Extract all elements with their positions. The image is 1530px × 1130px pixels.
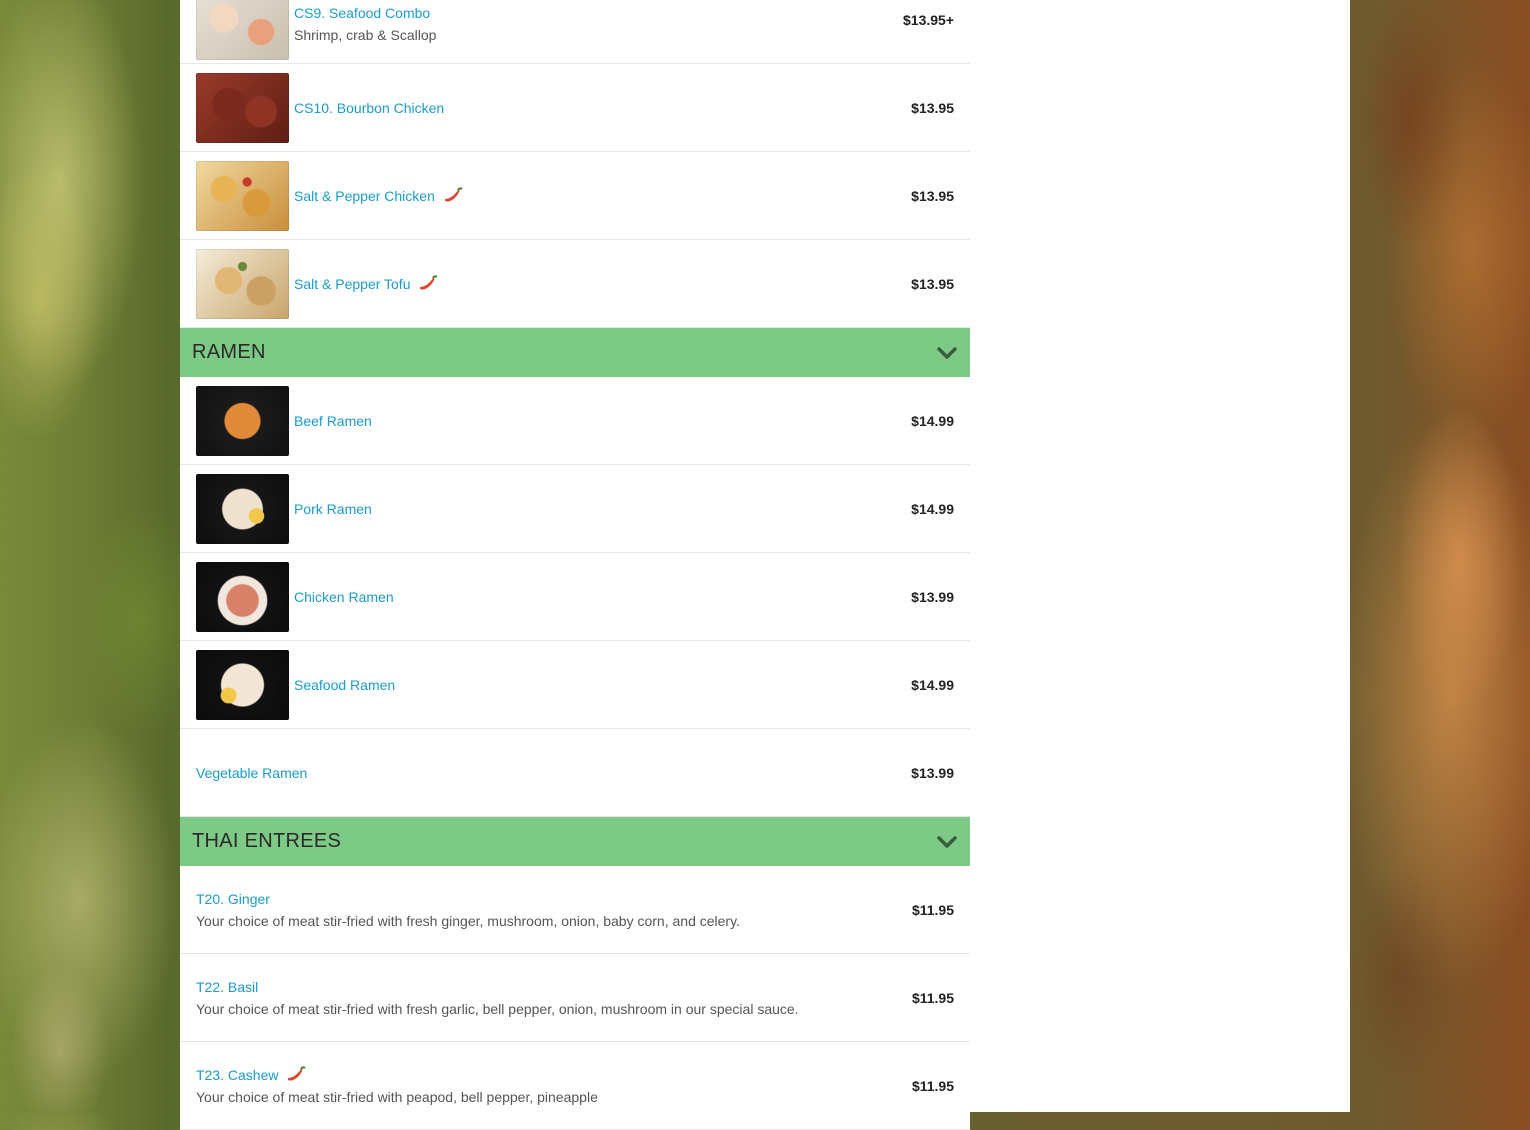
menu-item-description: Your choice of meat stir-fried with peap…	[196, 1088, 598, 1105]
menu-item[interactable]: Seafood Ramen $14.99	[180, 641, 970, 729]
menu-item-name[interactable]: Vegetable Ramen	[196, 762, 884, 784]
menu-item-price: $14.99	[911, 676, 954, 693]
menu-item-name[interactable]: Seafood Ramen	[294, 674, 884, 696]
menu-item[interactable]: Salt & Pepper Tofu $13.95	[180, 240, 970, 328]
section-title: RAMEN	[192, 341, 266, 363]
menu-item-description: Your choice of meat stir-fried with fres…	[196, 912, 740, 929]
section-title: THAI ENTREES	[192, 830, 342, 852]
menu-item-name-row[interactable]: T23. Cashew	[196, 1064, 884, 1086]
menu-item-info: Beef Ramen	[294, 410, 884, 432]
menu-item[interactable]: Beef Ramen $14.99	[180, 377, 970, 465]
chili-pepper-icon	[444, 186, 463, 202]
menu-item[interactable]: T22. Basil Your choice of meat stir-frie…	[180, 954, 970, 1042]
menu-item-info: Pork Ramen	[294, 498, 884, 520]
menu-item-price: $11.95	[911, 901, 954, 918]
pork-ramen-photo	[196, 473, 289, 544]
menu-item-price: $11.95	[911, 989, 954, 1006]
menu-item-name[interactable]: CS10. Bourbon Chicken	[294, 97, 884, 119]
menu-item-price: $13.95	[911, 99, 954, 116]
menu-item-name[interactable]: T22. Basil	[196, 976, 884, 998]
menu-item-name-row[interactable]: Salt & Pepper Chicken	[294, 185, 884, 207]
menu-item-price: $13.99	[911, 588, 954, 605]
menu-item-name[interactable]: Chicken Ramen	[294, 586, 884, 608]
menu-item-price: $14.99	[911, 412, 954, 429]
background-photo-left	[0, 0, 180, 1112]
beef-ramen-photo	[196, 385, 289, 456]
menu-item-name[interactable]: T20. Ginger	[196, 888, 884, 910]
menu-item-info: Seafood Ramen	[294, 674, 884, 696]
seafood-ramen-photo	[196, 649, 289, 720]
menu-item[interactable]: Chicken Ramen $13.99	[180, 553, 970, 641]
menu-item-name[interactable]: CS9. Seafood Combo	[294, 2, 884, 24]
menu-item-price: $11.95	[911, 1077, 954, 1094]
menu-item-name[interactable]: T23. Cashew	[196, 1064, 278, 1086]
menu-item-name[interactable]: Salt & Pepper Tofu	[294, 273, 410, 295]
menu-item[interactable]: Salt & Pepper Chicken $13.95	[180, 152, 970, 240]
background-photo-right	[1350, 0, 1530, 1112]
menu-item-price: $13.99	[911, 764, 954, 781]
menu-item[interactable]: Vegetable Ramen $13.99	[180, 729, 970, 817]
menu-page: CS9. Seafood Combo Shrimp, crab & Scallo…	[180, 0, 1350, 1130]
chicken-ramen-photo	[196, 561, 289, 632]
chili-pepper-icon	[288, 1065, 307, 1081]
menu-item-price: $13.95	[911, 187, 954, 204]
seafood-combo-photo	[196, 0, 289, 60]
bourbon-chicken-photo	[196, 72, 289, 143]
menu-item-description: Your choice of meat stir-fried with fres…	[196, 1000, 799, 1017]
menu-item-info: T23. Cashew Your choice of meat stir-fri…	[196, 1064, 884, 1108]
menu-item-price: $13.95	[911, 275, 954, 292]
menu-item[interactable]: Pork Ramen $14.99	[180, 465, 970, 553]
menu-item[interactable]: CS10. Bourbon Chicken $13.95	[180, 64, 970, 152]
menu-item-description: Shrimp, crab & Scallop	[294, 26, 437, 43]
menu-item-info: CS10. Bourbon Chicken	[294, 97, 884, 119]
menu-item-info: T20. Ginger Your choice of meat stir-fri…	[196, 888, 884, 932]
section-header-ramen[interactable]: RAMEN	[180, 328, 970, 377]
menu-item-info: T22. Basil Your choice of meat stir-frie…	[196, 976, 884, 1020]
menu-item-info: Salt & Pepper Chicken	[294, 185, 884, 207]
menu-item-info: Vegetable Ramen	[196, 762, 884, 784]
menu-item-price: $13.95+	[903, 11, 954, 28]
chevron-down-icon[interactable]	[936, 835, 958, 849]
menu-item-info: Chicken Ramen	[294, 586, 884, 608]
menu-item-name[interactable]: Pork Ramen	[294, 498, 884, 520]
menu-item-name[interactable]: Salt & Pepper Chicken	[294, 185, 435, 207]
menu-item-price: $14.99	[911, 500, 954, 517]
chili-pepper-icon	[420, 274, 439, 290]
menu-item-name-row[interactable]: Salt & Pepper Tofu	[294, 273, 884, 295]
menu-item-name[interactable]: Beef Ramen	[294, 410, 884, 432]
menu-item-info: Salt & Pepper Tofu	[294, 273, 884, 295]
chevron-down-icon[interactable]	[936, 346, 958, 360]
menu-item[interactable]: T20. Ginger Your choice of meat stir-fri…	[180, 866, 970, 954]
section-header-thai-entrees[interactable]: THAI ENTREES	[180, 817, 970, 866]
menu-item[interactable]: CS9. Seafood Combo Shrimp, crab & Scallo…	[180, 0, 970, 64]
menu-list: CS9. Seafood Combo Shrimp, crab & Scallo…	[180, 0, 970, 1130]
menu-item[interactable]: T23. Cashew Your choice of meat stir-fri…	[180, 1042, 970, 1130]
menu-item-info: CS9. Seafood Combo Shrimp, crab & Scallo…	[294, 2, 884, 46]
salt-pepper-tofu-photo	[196, 248, 289, 319]
salt-pepper-chicken-photo	[196, 160, 289, 231]
